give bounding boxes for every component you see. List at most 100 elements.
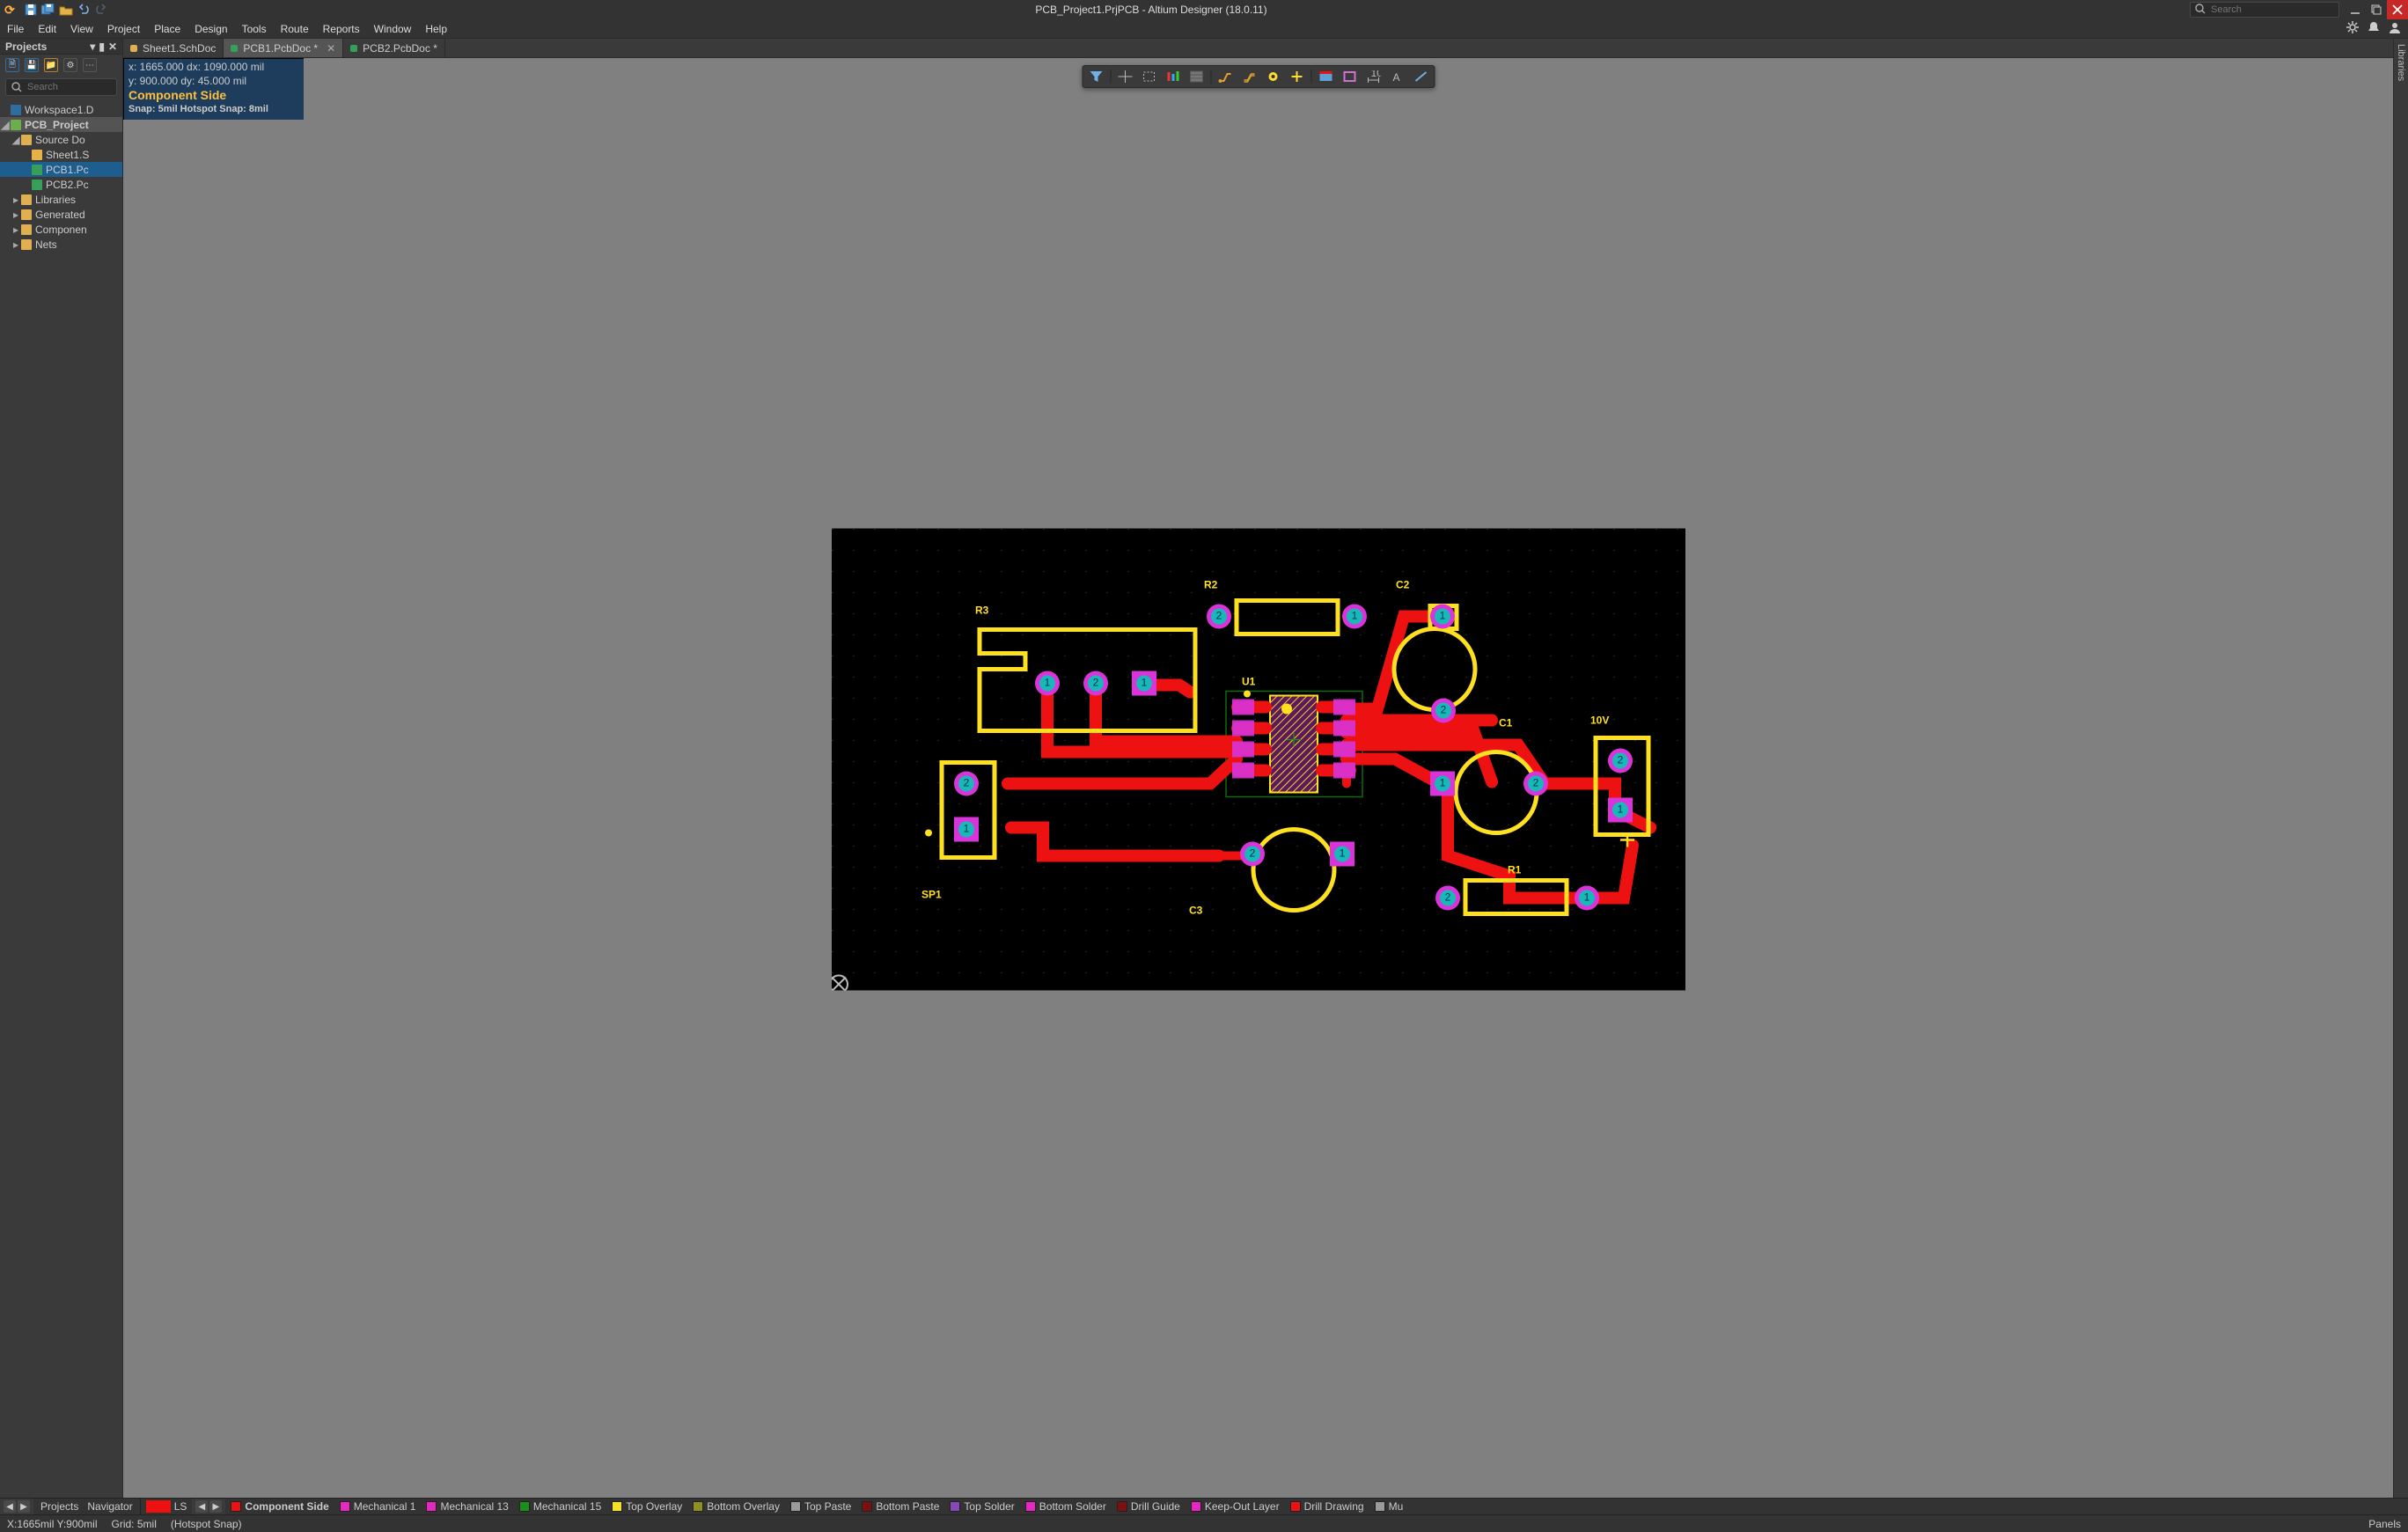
layer-tab[interactable]: Mechanical 1 bbox=[334, 1499, 422, 1514]
folder-node[interactable]: ▸Componen bbox=[0, 222, 122, 237]
close-button[interactable] bbox=[2387, 0, 2408, 19]
pad[interactable]: 1 bbox=[1608, 798, 1633, 823]
new-doc-icon[interactable]: 🗎 bbox=[5, 58, 19, 72]
grid-3d-icon[interactable] bbox=[1185, 68, 1208, 85]
pad[interactable]: 1 bbox=[1430, 605, 1455, 629]
pad[interactable]: 2 bbox=[1435, 886, 1460, 911]
project-node[interactable]: ◢PCB_Project bbox=[0, 117, 122, 132]
layer-scroll-left[interactable]: ◀ bbox=[4, 1500, 16, 1513]
poly-manager-icon[interactable] bbox=[1314, 68, 1337, 85]
bottom-tab-projects[interactable]: Projects bbox=[40, 1500, 78, 1513]
settings-icon[interactable] bbox=[2346, 21, 2359, 36]
layer-tab[interactable]: Bottom Overlay bbox=[687, 1499, 785, 1514]
pad[interactable]: 2 bbox=[954, 772, 979, 796]
menu-edit[interactable]: Edit bbox=[31, 19, 63, 38]
menu-window[interactable]: Window bbox=[367, 19, 419, 38]
tab-close-icon[interactable]: ✕ bbox=[327, 42, 335, 55]
file-node-sch[interactable]: Sheet1.S bbox=[0, 147, 122, 162]
projects-search[interactable] bbox=[5, 78, 117, 96]
global-search-input[interactable] bbox=[2211, 4, 2316, 15]
pad[interactable]: 1 bbox=[1330, 842, 1354, 867]
menu-file[interactable]: File bbox=[0, 19, 31, 38]
layer-tab[interactable]: Top Paste bbox=[785, 1499, 856, 1514]
save-all-button[interactable] bbox=[40, 2, 56, 18]
save-button[interactable] bbox=[23, 2, 39, 18]
maximize-button[interactable] bbox=[2366, 0, 2387, 19]
layer-tab[interactable]: Bottom Solder bbox=[1020, 1499, 1112, 1514]
menu-design[interactable]: Design bbox=[187, 19, 234, 38]
menu-reports[interactable]: Reports bbox=[316, 19, 367, 38]
panel-pin-icon[interactable]: ▮ bbox=[99, 40, 105, 53]
dimension-icon[interactable]: 10 bbox=[1362, 68, 1384, 85]
align-icon[interactable] bbox=[1161, 68, 1184, 85]
layer-tab[interactable]: Drill Drawing bbox=[1285, 1499, 1369, 1514]
pad[interactable]: 1 bbox=[1575, 886, 1599, 911]
undo-button[interactable] bbox=[76, 2, 92, 18]
pad[interactable]: 2 bbox=[1523, 772, 1548, 796]
folder-node[interactable]: ▸Libraries bbox=[0, 192, 122, 207]
pad[interactable]: 2 bbox=[1608, 749, 1633, 773]
more-icon[interactable]: ⋯ bbox=[83, 58, 97, 72]
global-search[interactable] bbox=[2190, 2, 2339, 18]
pad-icon[interactable] bbox=[1285, 68, 1308, 85]
compile-icon[interactable]: ⚙ bbox=[63, 58, 77, 72]
layer-tab[interactable]: Component Side bbox=[225, 1499, 334, 1514]
pcb-canvas[interactable]: x: 1665.000 dx: 1090.000 mil y: 900.000 … bbox=[123, 58, 2393, 1498]
filter-icon[interactable] bbox=[1084, 68, 1107, 85]
pad[interactable]: 1 bbox=[1430, 772, 1455, 796]
pad[interactable]: 2 bbox=[1207, 605, 1231, 629]
pad[interactable]: 2 bbox=[1240, 842, 1265, 867]
layer-scroll-right[interactable]: ▶ bbox=[18, 1500, 30, 1513]
pcb-board[interactable]: 21121211221212121 R3 R2 C2 U1 C1 10V C3 … bbox=[832, 529, 1685, 991]
workspace-node[interactable]: Workspace1.D bbox=[0, 102, 122, 117]
projects-tree[interactable]: Workspace1.D ◢PCB_Project ◢Source Do She… bbox=[0, 99, 122, 1498]
folder-node[interactable]: ▸Generated bbox=[0, 207, 122, 222]
text-icon[interactable]: A bbox=[1385, 68, 1408, 85]
region-icon[interactable] bbox=[1338, 68, 1361, 85]
projects-search-input[interactable] bbox=[27, 82, 106, 92]
notifications-icon[interactable] bbox=[2368, 21, 2380, 36]
line-icon[interactable] bbox=[1409, 68, 1432, 85]
panel-menu-icon[interactable]: ▾ bbox=[90, 40, 95, 53]
projects-panel-header[interactable]: Projects ▾ ▮ ✕ bbox=[0, 39, 122, 55]
layer-tab[interactable]: Top Overlay bbox=[606, 1499, 687, 1514]
layer-set-label[interactable]: LS bbox=[174, 1500, 187, 1513]
layer-tab[interactable]: Top Solder bbox=[944, 1499, 1019, 1514]
menu-project[interactable]: Project bbox=[100, 19, 147, 38]
via-icon[interactable] bbox=[1261, 68, 1284, 85]
minimize-button[interactable] bbox=[2345, 0, 2366, 19]
user-icon[interactable] bbox=[2389, 21, 2401, 36]
menu-route[interactable]: Route bbox=[274, 19, 316, 38]
source-folder-node[interactable]: ◢Source Do bbox=[0, 132, 122, 147]
open-button[interactable] bbox=[58, 2, 74, 18]
layer-prev[interactable]: ◀ bbox=[195, 1500, 208, 1513]
pad[interactable]: 2 bbox=[1083, 671, 1108, 696]
bottom-tab-navigator[interactable]: Navigator bbox=[87, 1500, 132, 1513]
layer-set-swatch[interactable] bbox=[146, 1500, 171, 1513]
panel-close-icon[interactable]: ✕ bbox=[108, 40, 117, 53]
menu-place[interactable]: Place bbox=[147, 19, 187, 38]
layer-tab[interactable]: Mu bbox=[1369, 1499, 1409, 1514]
libraries-panel-tab[interactable]: Libraries bbox=[2393, 39, 2408, 1498]
save-project-icon[interactable]: 💾 bbox=[25, 58, 39, 72]
route-diff-icon[interactable] bbox=[1237, 68, 1260, 85]
pad[interactable]: 2 bbox=[1431, 699, 1456, 723]
doc-tab[interactable]: PCB2.PcbDoc * bbox=[343, 39, 445, 57]
doc-tab[interactable]: PCB1.PcbDoc *✕ bbox=[224, 39, 343, 57]
menu-view[interactable]: View bbox=[63, 19, 100, 38]
selection-rect-icon[interactable] bbox=[1137, 68, 1160, 85]
panels-button[interactable]: Panels bbox=[2368, 1518, 2401, 1530]
layer-tab[interactable]: Mechanical 13 bbox=[421, 1499, 513, 1514]
pad[interactable]: 1 bbox=[1035, 671, 1060, 696]
file-node-pcb2[interactable]: PCB2.Pc bbox=[0, 177, 122, 192]
pad[interactable]: 1 bbox=[954, 817, 979, 842]
layer-tab[interactable]: Bottom Paste bbox=[856, 1499, 944, 1514]
redo-button[interactable] bbox=[93, 2, 109, 18]
open-project-icon[interactable]: 📁 bbox=[44, 58, 58, 72]
layer-tab[interactable]: Drill Guide bbox=[1112, 1499, 1186, 1514]
layer-tab[interactable]: Keep-Out Layer bbox=[1186, 1499, 1285, 1514]
folder-node[interactable]: ▸Nets bbox=[0, 237, 122, 252]
doc-tab[interactable]: Sheet1.SchDoc bbox=[123, 39, 224, 57]
menu-help[interactable]: Help bbox=[418, 19, 454, 38]
layer-next[interactable]: ▶ bbox=[209, 1500, 222, 1513]
